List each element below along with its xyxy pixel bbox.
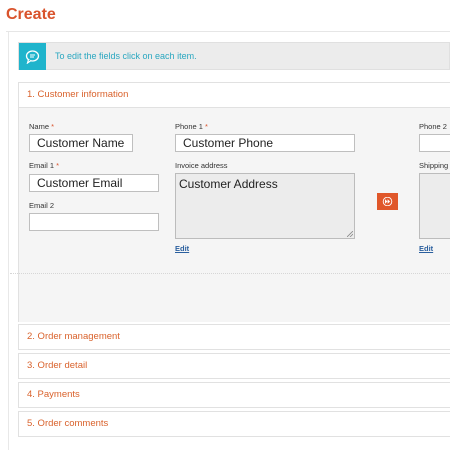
email1-label: Email 1 * xyxy=(29,161,60,170)
section-payments[interactable]: 4. Payments xyxy=(18,382,450,408)
resize-grip-icon[interactable] xyxy=(347,231,353,237)
section-header-customer-information[interactable]: 1. Customer information xyxy=(19,83,450,108)
email1-field[interactable]: Customer Email xyxy=(29,174,159,192)
info-bar: To edit the fields click on each item. xyxy=(18,42,450,70)
shipping-address-label: Shipping xyxy=(419,161,449,170)
speech-bubble-icon xyxy=(19,43,46,70)
email2-label: Email 2 xyxy=(29,201,55,210)
page-title: Create xyxy=(6,6,56,23)
name-field[interactable]: Customer Name xyxy=(29,134,133,152)
fast-forward-icon xyxy=(382,197,393,206)
section-order-comments[interactable]: 5. Order comments xyxy=(18,411,450,437)
email2-field[interactable] xyxy=(29,213,159,231)
copy-address-button[interactable] xyxy=(377,193,398,210)
invoice-edit-link[interactable]: Edit xyxy=(175,244,189,253)
section-header-order-management[interactable]: 2. Order management xyxy=(19,325,450,349)
invoice-address-label: Invoice address xyxy=(175,161,228,170)
section-order-management[interactable]: 2. Order management xyxy=(18,324,450,350)
name-label: Name * xyxy=(29,122,55,131)
phone2-field[interactable] xyxy=(419,134,450,152)
section-header-order-comments[interactable]: 5. Order comments xyxy=(19,412,450,436)
section-header-order-detail[interactable]: 3. Order detail xyxy=(19,354,450,378)
section-order-detail[interactable]: 3. Order detail xyxy=(18,353,450,379)
invoice-address-text: Customer Address xyxy=(179,177,278,191)
info-text: To edit the fields click on each item. xyxy=(55,51,197,61)
shipping-edit-link[interactable]: Edit xyxy=(419,244,433,253)
section-header-payments[interactable]: 4. Payments xyxy=(19,383,450,407)
phone2-label: Phone 2 xyxy=(419,122,447,131)
phone1-field[interactable]: Customer Phone xyxy=(175,134,355,152)
invoice-address-textarea[interactable]: Customer Address xyxy=(175,173,355,239)
shipping-address-textarea[interactable] xyxy=(419,173,450,239)
phone1-label: Phone 1 * xyxy=(175,122,208,131)
divider xyxy=(10,273,450,274)
